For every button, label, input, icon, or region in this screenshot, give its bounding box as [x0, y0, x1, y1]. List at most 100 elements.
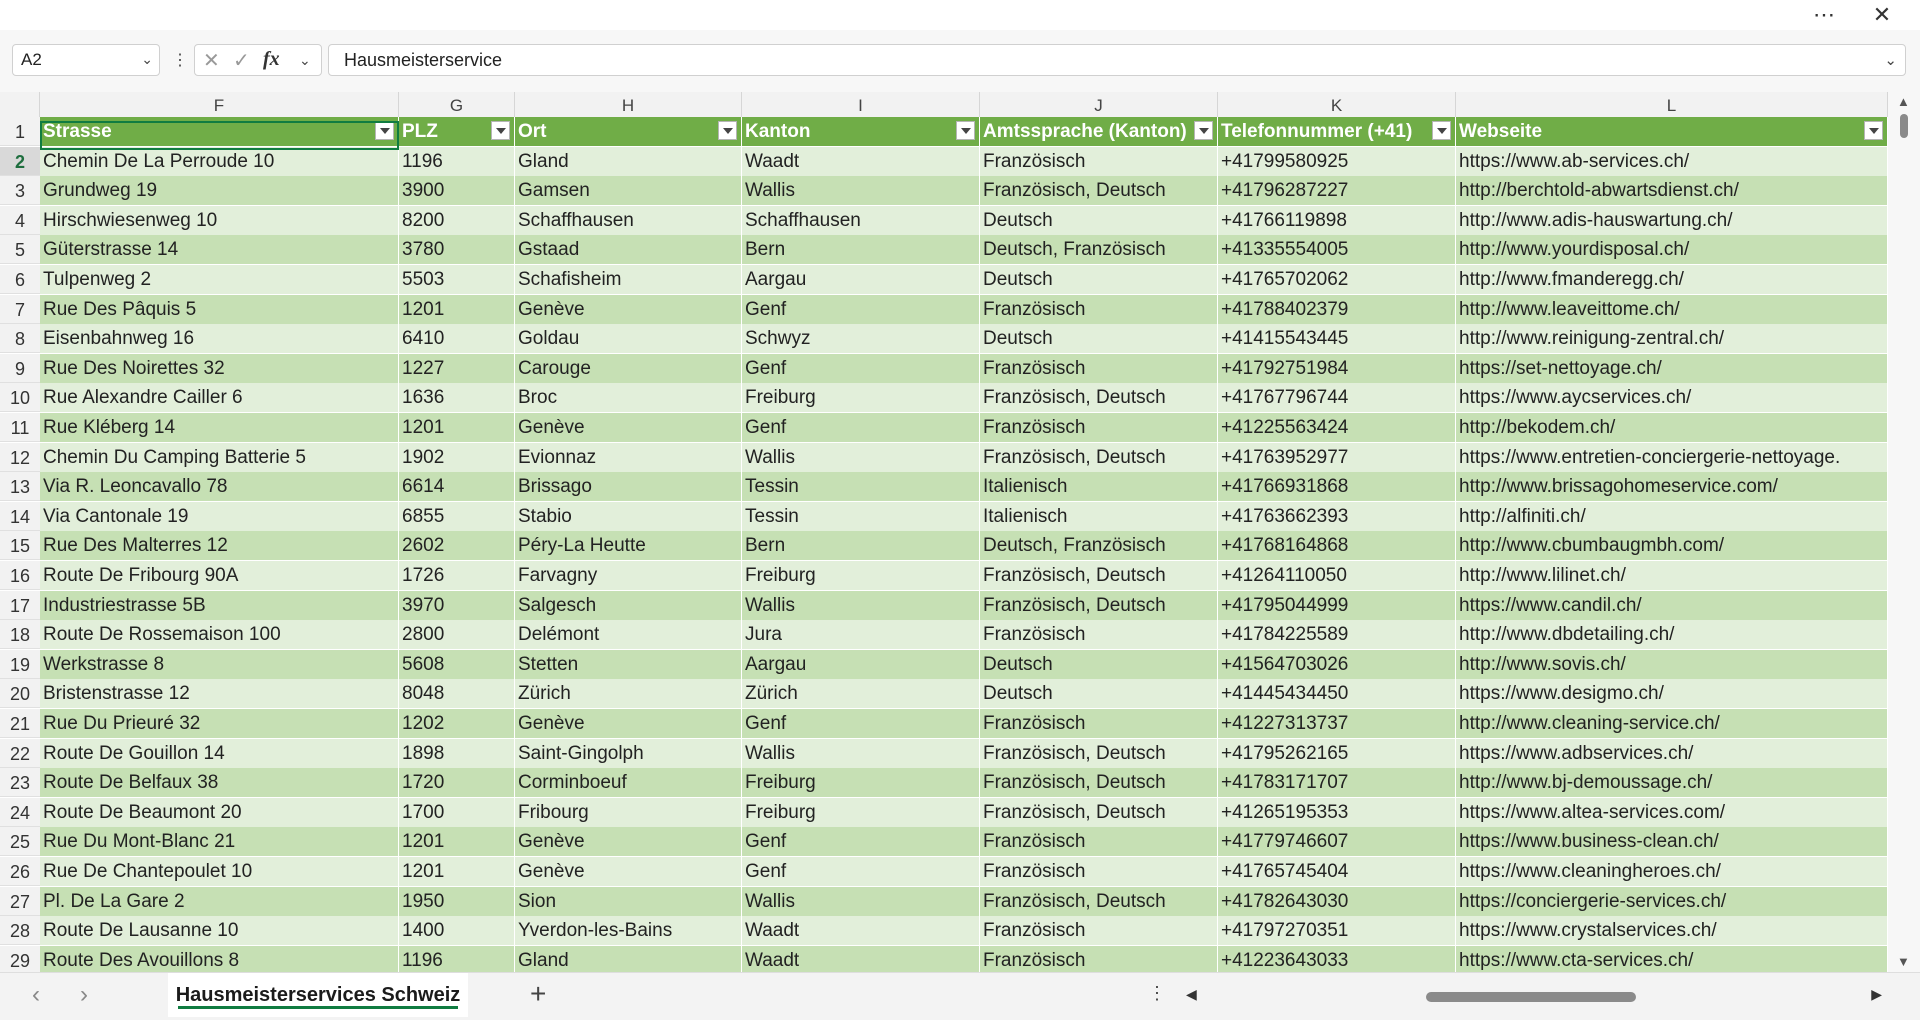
cell-ort[interactable]: Péry-La Heutte [515, 531, 742, 561]
cell-plz[interactable]: 1950 [399, 886, 515, 916]
vertical-scroll-thumb[interactable] [1900, 114, 1908, 138]
cell-strasse[interactable]: Route De Lausanne 10 [40, 916, 399, 946]
cell-strasse[interactable]: Route Des Avouillons 8 [40, 945, 399, 972]
column-header-g[interactable]: G [399, 92, 515, 117]
cell-ort[interactable]: Evionnaz [515, 442, 742, 472]
spreadsheet-grid[interactable]: F G H I J K L 1 Strasse PLZ Ort Kanton A… [0, 92, 1888, 972]
cell-plz[interactable]: 1636 [399, 383, 515, 413]
cell-amtssprache[interactable]: Deutsch [980, 265, 1218, 294]
cell-amtssprache[interactable]: Französisch, Deutsch [980, 768, 1218, 798]
cell-kanton[interactable]: Wallis [742, 886, 980, 916]
cell-telefon[interactable]: +41564703026 [1218, 649, 1456, 679]
row-number[interactable]: 6 [0, 265, 40, 294]
column-header-i[interactable]: I [742, 92, 980, 117]
filter-dropdown-icon[interactable] [1432, 121, 1451, 140]
cell-telefon[interactable]: +41265195353 [1218, 797, 1456, 827]
row-number[interactable]: 2 [0, 146, 40, 176]
cell-webseite[interactable]: http://www.cbumbaugmbh.com/ [1456, 531, 1888, 561]
cell-plz[interactable]: 2602 [399, 531, 515, 561]
row-number[interactable]: 1 [0, 117, 40, 146]
row-number[interactable]: 16 [0, 561, 40, 590]
cell-telefon[interactable]: +41264110050 [1218, 561, 1456, 590]
cell-strasse[interactable]: Grundweg 19 [40, 176, 399, 206]
cell-webseite[interactable]: https://www.desigmo.ch/ [1456, 679, 1888, 709]
cell-kanton[interactable]: Wallis [742, 738, 980, 768]
cell-strasse[interactable]: Route De Belfaux 38 [40, 768, 399, 798]
cell-ort[interactable]: Sion [515, 886, 742, 916]
cell-amtssprache[interactable]: Französisch [980, 945, 1218, 972]
cell-amtssprache[interactable]: Französisch, Deutsch [980, 176, 1218, 206]
cell-kanton[interactable]: Wallis [742, 590, 980, 620]
cell-ort[interactable]: Genève [515, 413, 742, 442]
cell-kanton[interactable]: Waadt [742, 916, 980, 946]
cell-telefon[interactable]: +41767796744 [1218, 383, 1456, 413]
cell-kanton[interactable]: Tessin [742, 501, 980, 531]
row-number[interactable]: 10 [0, 383, 40, 413]
cell-webseite[interactable]: http://www.cleaning-service.ch/ [1456, 709, 1888, 738]
cell-webseite[interactable]: http://www.yourdisposal.ch/ [1456, 235, 1888, 265]
cell-telefon[interactable]: +41445434450 [1218, 679, 1456, 709]
cell-telefon[interactable]: +41766119898 [1218, 205, 1456, 235]
cell-webseite[interactable]: http://www.fmanderegg.ch/ [1456, 265, 1888, 294]
cell-strasse[interactable]: Route De Fribourg 90A [40, 561, 399, 590]
cell-amtssprache[interactable]: Französisch, Deutsch [980, 797, 1218, 827]
vertical-dots-icon[interactable]: ⋮ [1148, 983, 1166, 1004]
cell-telefon[interactable]: +41784225589 [1218, 620, 1456, 650]
check-icon[interactable]: ✓ [233, 48, 250, 73]
cell-webseite[interactable]: https://set-nettoyage.ch/ [1456, 353, 1888, 383]
cell-strasse[interactable]: Rue Des Noirettes 32 [40, 353, 399, 383]
cancel-icon[interactable]: ✕ [203, 48, 220, 73]
chevron-down-icon[interactable]: ⌄ [141, 51, 153, 68]
cell-telefon[interactable]: +41763952977 [1218, 442, 1456, 472]
cell-strasse[interactable]: Güterstrasse 14 [40, 235, 399, 265]
cell-telefon[interactable]: +41788402379 [1218, 294, 1456, 324]
cell-ort[interactable]: Fribourg [515, 797, 742, 827]
cell-ort[interactable]: Yverdon-les-Bains [515, 916, 742, 946]
row-number[interactable]: 27 [0, 886, 40, 916]
row-number[interactable]: 12 [0, 442, 40, 472]
cell-telefon[interactable]: +41797270351 [1218, 916, 1456, 946]
cell-telefon[interactable]: +41763662393 [1218, 501, 1456, 531]
cell-ort[interactable]: Brissago [515, 472, 742, 502]
cell-plz[interactable]: 3900 [399, 176, 515, 206]
cell-ort[interactable]: Gland [515, 945, 742, 972]
cell-webseite[interactable]: https://conciergerie-services.ch/ [1456, 886, 1888, 916]
cell-amtssprache[interactable]: Deutsch [980, 649, 1218, 679]
cell-kanton[interactable]: Freiburg [742, 383, 980, 413]
cell-plz[interactable]: 1720 [399, 768, 515, 798]
cell-ort[interactable]: Genève [515, 827, 742, 857]
row-number[interactable]: 18 [0, 620, 40, 650]
cell-webseite[interactable]: http://www.dbdetailing.ch/ [1456, 620, 1888, 650]
column-header-h[interactable]: H [515, 92, 742, 117]
header-cell-plz[interactable]: PLZ [399, 117, 515, 146]
cell-plz[interactable]: 5503 [399, 265, 515, 294]
cell-amtssprache[interactable]: Französisch, Deutsch [980, 738, 1218, 768]
cell-webseite[interactable]: https://www.ab-services.ch/ [1456, 146, 1888, 176]
cell-plz[interactable]: 1898 [399, 738, 515, 768]
row-number[interactable]: 24 [0, 797, 40, 827]
filter-dropdown-icon[interactable] [956, 121, 975, 140]
scroll-left-icon[interactable]: ◀ [1186, 986, 1197, 1003]
cell-plz[interactable]: 3970 [399, 590, 515, 620]
cell-kanton[interactable]: Aargau [742, 649, 980, 679]
cell-plz[interactable]: 1196 [399, 945, 515, 972]
column-header-f[interactable]: F [40, 92, 399, 117]
cell-ort[interactable]: Genève [515, 709, 742, 738]
cell-kanton[interactable]: Tessin [742, 472, 980, 502]
row-number[interactable]: 23 [0, 768, 40, 798]
cell-plz[interactable]: 1201 [399, 413, 515, 442]
cell-strasse[interactable]: Tulpenweg 2 [40, 265, 399, 294]
cell-plz[interactable]: 2800 [399, 620, 515, 650]
row-number[interactable]: 21 [0, 709, 40, 738]
cell-webseite[interactable]: http://www.bj-demoussage.ch/ [1456, 768, 1888, 798]
cell-amtssprache[interactable]: Deutsch [980, 205, 1218, 235]
scroll-down-icon[interactable]: ▼ [1897, 954, 1910, 969]
name-box[interactable]: A2 ⌄ [12, 44, 160, 76]
cell-telefon[interactable]: +41782643030 [1218, 886, 1456, 916]
cell-webseite[interactable]: http://www.brissagohomeservice.com/ [1456, 472, 1888, 502]
cell-plz[interactable]: 8200 [399, 205, 515, 235]
row-number[interactable]: 13 [0, 472, 40, 502]
cell-amtssprache[interactable]: Französisch, Deutsch [980, 590, 1218, 620]
cell-telefon[interactable]: +41223643033 [1218, 945, 1456, 972]
cell-ort[interactable]: Gamsen [515, 176, 742, 206]
